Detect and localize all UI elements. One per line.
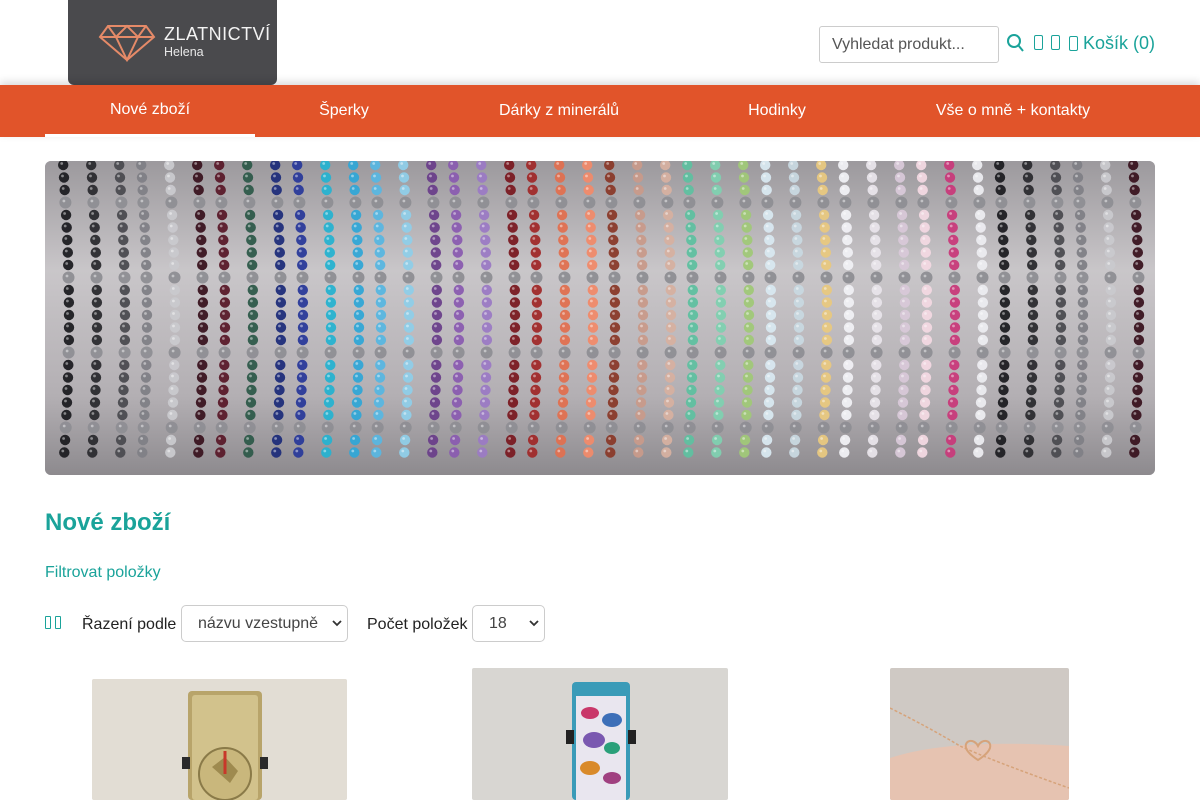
product-image bbox=[472, 668, 728, 800]
search-input[interactable] bbox=[819, 26, 999, 63]
nav-item-label: Nové zboží bbox=[109, 100, 191, 118]
view-toggle bbox=[45, 616, 61, 629]
logo-subtitle: Helena bbox=[164, 45, 204, 59]
nav-item-label: Vše o mně + kontakty bbox=[935, 102, 1091, 119]
nav-item-about-contacts[interactable]: Vše o mně + kontakty bbox=[912, 85, 1114, 137]
heart-icon[interactable] bbox=[1051, 35, 1060, 50]
cart-icon bbox=[1069, 35, 1078, 51]
nav-item-watches[interactable]: Hodinky bbox=[720, 85, 834, 137]
count-label: Počet položek bbox=[367, 616, 468, 633]
site-header: ZLATNICTVÍ Helena Košík (0) bbox=[0, 0, 1200, 85]
count-select-value: 18 bbox=[489, 614, 507, 632]
hero-banner bbox=[45, 161, 1155, 475]
sort-label: Řazení podle bbox=[82, 616, 177, 633]
filter-items-link[interactable]: Filtrovat položky bbox=[45, 564, 161, 582]
user-icon[interactable] bbox=[1034, 35, 1043, 50]
diamond-logo-icon bbox=[98, 24, 156, 62]
nav-item-mineral-gifts[interactable]: Dárky z minerálů bbox=[478, 85, 640, 137]
product-card-heart-bracelet[interactable] bbox=[890, 668, 1069, 800]
grid-view-icon[interactable] bbox=[45, 616, 51, 629]
product-card-watch-gold[interactable] bbox=[92, 679, 347, 800]
site-logo[interactable]: ZLATNICTVÍ Helena bbox=[68, 0, 277, 85]
list-view-icon[interactable] bbox=[55, 616, 61, 629]
nav-item-label: Dárky z minerálů bbox=[498, 102, 620, 119]
sort-select-value: názvu vzestupně bbox=[198, 614, 319, 632]
main-navigation: Nové zboží Šperky Dárky z minerálů Hodin… bbox=[0, 85, 1200, 137]
nav-item-jewelry[interactable]: Šperky bbox=[290, 85, 398, 137]
bracelets-photo bbox=[45, 161, 1155, 475]
page-title: Nové zboží bbox=[45, 509, 171, 536]
product-image bbox=[92, 679, 347, 800]
search-icon[interactable] bbox=[1006, 33, 1024, 53]
count-select[interactable]: 18 bbox=[472, 605, 545, 642]
product-card-watch-stamps[interactable] bbox=[472, 668, 728, 800]
logo-title: ZLATNICTVÍ bbox=[164, 24, 271, 44]
sort-select[interactable]: názvu vzestupně bbox=[181, 605, 348, 642]
cart-link[interactable]: Košík (0) bbox=[1069, 32, 1155, 54]
nav-item-label: Hodinky bbox=[748, 102, 806, 119]
cart-label: Košík (0) bbox=[1083, 32, 1156, 53]
nav-item-label: Šperky bbox=[319, 102, 369, 119]
product-image bbox=[890, 668, 1069, 800]
nav-item-new-products[interactable]: Nové zboží bbox=[45, 85, 255, 137]
